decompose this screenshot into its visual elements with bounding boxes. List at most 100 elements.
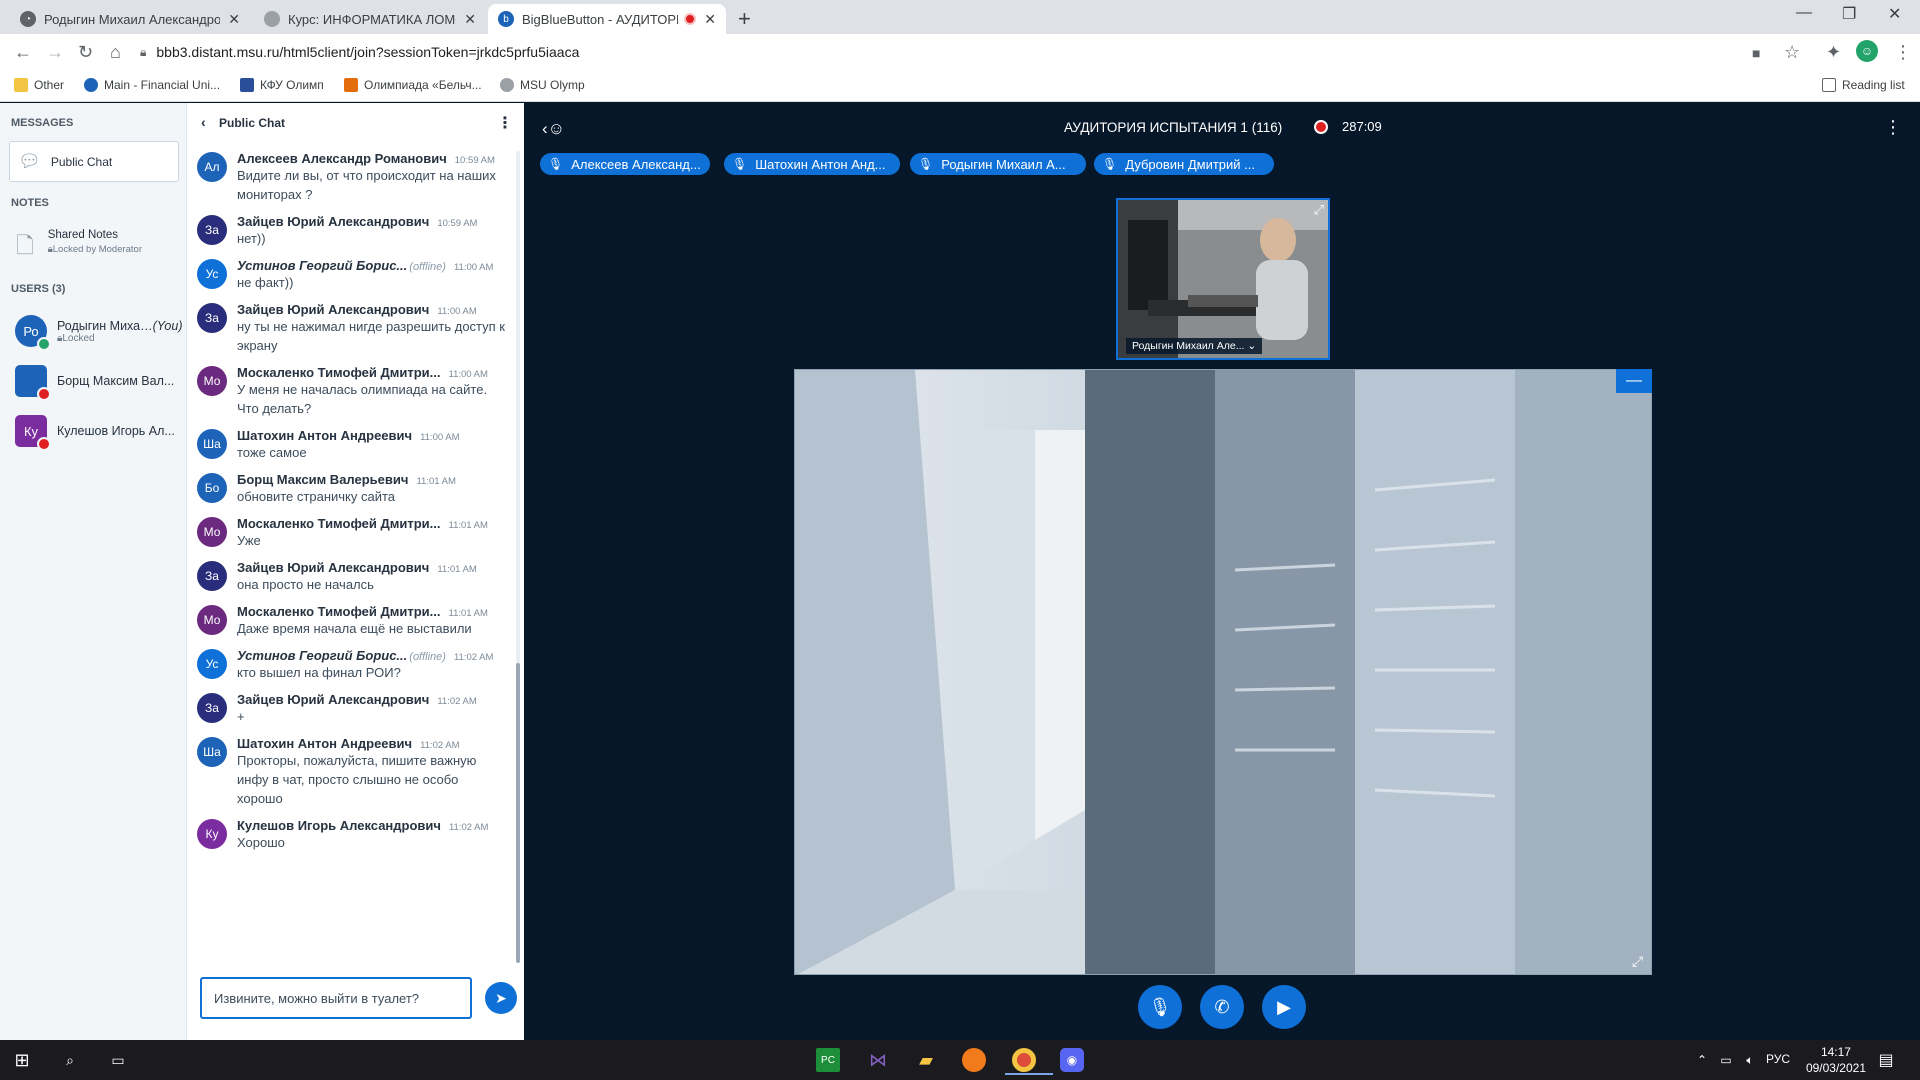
lock-icon-label: 🔒︎Locked by Moderator — [47, 244, 143, 255]
network-icon[interactable]: ▭ — [1714, 1048, 1738, 1072]
bookmark-star-icon[interactable]: ☆ — [1784, 42, 1800, 63]
minimize-presentation-button[interactable]: — — [1616, 369, 1652, 393]
message-author: Зайцев Юрий Александрович — [237, 302, 430, 317]
pycharm-icon[interactable]: PC — [816, 1048, 840, 1072]
firefox-icon[interactable] — [962, 1048, 986, 1072]
back-arrow-icon[interactable]: ← — [14, 42, 32, 63]
browser-tab-strip: ◔ Родыгин Михаил Александрови ✕ Курс: ИН… — [0, 0, 1920, 34]
globe-favicon-icon — [500, 78, 514, 92]
bookmark-olimpiada[interactable]: Олимпиада «Бельч... — [344, 78, 482, 92]
toggle-userlist-icon[interactable]: ‹☺ — [542, 119, 565, 139]
language-indicator[interactable]: РУС — [1766, 1052, 1790, 1066]
webcam-user-label[interactable]: Родыгин Михаил Але... ⌄ — [1126, 338, 1263, 354]
webcam-feed-image — [1118, 200, 1328, 358]
chat-message: За Зайцев Юрий Александрович 11:00 AM ну ты… — [197, 302, 507, 355]
leave-audio-button[interactable]: ✆ — [1200, 985, 1244, 1029]
shared-notes-item[interactable]: 🗋︎ Shared Notes 🔒︎Locked by Moderator — [16, 229, 181, 267]
new-tab-button[interactable]: + — [738, 6, 751, 32]
file-explorer-icon[interactable]: ▰ — [914, 1048, 938, 1072]
message-author: Зайцев Юрий Александрович — [237, 692, 430, 707]
message-time: 11:02 AM — [453, 652, 494, 663]
talking-indicator[interactable]: 🎙︎ Шатохин Антон Анд... — [724, 153, 900, 175]
webcam-video[interactable]: ⤢ Родыгин Михаил Але... ⌄ — [1116, 198, 1330, 360]
browser-tab-2[interactable]: Курс: ИНФОРМАТИКА ЛОМОНО ✕ — [254, 4, 486, 34]
chrome-icon[interactable] — [1005, 1048, 1053, 1075]
public-chat-item[interactable]: 💬︎ Public Chat — [9, 141, 179, 182]
fullscreen-icon[interactable]: ⤢ — [1314, 202, 1324, 218]
message-author: Алексеев Александр Романович — [237, 151, 447, 166]
chat-message: Ус Устинов Георгий Борис... (offline) 11:02… — [197, 648, 507, 682]
chat-message: Ус Устинов Георгий Борис... (offline) 11:00… — [197, 258, 507, 292]
close-tab-icon[interactable]: ✕ — [704, 11, 716, 28]
task-view-icon[interactable]: ▭ — [106, 1048, 130, 1072]
minimize-window-icon[interactable]: — — [1796, 4, 1812, 22]
bookmark-kfu-olimp[interactable]: КФУ Олимп — [240, 78, 324, 92]
search-icon[interactable]: ⌕ — [58, 1048, 82, 1072]
chevron-left-icon[interactable]: ‹ — [201, 114, 206, 130]
site-favicon-icon — [344, 78, 358, 92]
share-webcam-button[interactable]: ▶ — [1262, 985, 1306, 1029]
forward-arrow-icon[interactable]: → — [46, 42, 64, 63]
user-item-kuleshov[interactable]: Ку Кулешов Игорь Ал... — [15, 411, 185, 451]
send-arrow-icon: ➤ — [495, 989, 507, 1006]
visual-studio-icon[interactable]: ⋈ — [866, 1048, 890, 1072]
user-item-rodygin[interactable]: Ро Родыгин Миха…(You) 🔒︎Locked — [15, 311, 185, 351]
chat-options-icon[interactable]: ⋮ — [497, 113, 513, 133]
recording-indicator[interactable]: 287:09 — [1314, 119, 1382, 134]
microphone-icon: 🎙︎ — [918, 157, 934, 171]
message-time: 11:02 AM — [448, 822, 489, 833]
bookmarks-bar: Other Main - Financial Uni... КФУ Олимп … — [0, 70, 1920, 102]
restore-window-icon[interactable]: ❐ — [1842, 4, 1856, 24]
chat-scrollbar-thumb[interactable] — [516, 663, 520, 963]
close-window-icon[interactable]: ✕ — [1888, 4, 1901, 24]
browser-tab-1[interactable]: ◔ Родыгин Михаил Александрови ✕ — [10, 4, 250, 34]
address-bar[interactable]: 🔒︎ bbb3.distant.msu.ru/html5client/join?… — [140, 40, 1780, 64]
public-chat-panel: ‹ Public Chat ⋮ Ал Алексеев Александр Ром… — [186, 103, 524, 1040]
notifications-icon[interactable]: ▤ — [1874, 1048, 1898, 1072]
browser-tab-3[interactable]: b BigBlueButton - АУДИТОРИ ✕ — [488, 4, 726, 34]
message-time: 10:59 AM — [454, 155, 495, 166]
bookmark-financial-uni[interactable]: Main - Financial Uni... — [84, 78, 220, 92]
chat-message: Ша Шатохин Антон Андреевич 11:02 AM Проктор… — [197, 736, 507, 808]
show-hidden-icons-icon[interactable]: ⌃ — [1690, 1048, 1714, 1072]
avatar: Ро — [15, 315, 51, 351]
message-author: Зайцев Юрий Александрович — [237, 214, 430, 229]
options-menu-icon[interactable]: ⋮ — [1884, 117, 1902, 138]
talking-indicator[interactable]: 🎙︎ Родыгин Михаил А... — [910, 153, 1086, 175]
avatar: Ша — [197, 429, 227, 459]
system-clock[interactable]: 14:17 09/03/2021 — [1806, 1044, 1866, 1076]
close-tab-icon[interactable]: ✕ — [228, 11, 240, 28]
message-time: 11:02 AM — [420, 740, 460, 751]
extensions-icon[interactable]: ✦ — [1826, 42, 1841, 63]
message-author: Москаленко Тимофей Дмитри... — [237, 365, 441, 380]
bookmark-msu-olymp[interactable]: MSU Olymp — [500, 78, 585, 92]
url-text: bbb3.distant.msu.ru/html5client/join?ses… — [156, 44, 580, 60]
message-text: ну ты не нажимал нигде разрешить доступ … — [237, 319, 505, 353]
mute-microphone-button[interactable]: 🎙︎ — [1138, 985, 1182, 1029]
message-author: Шатохин Антон Андреевич — [237, 736, 413, 751]
close-tab-icon[interactable]: ✕ — [464, 11, 476, 28]
talking-indicator[interactable]: 🎙︎ Алексеев Александ... — [540, 153, 710, 175]
discord-icon[interactable]: ◉ — [1060, 1048, 1084, 1072]
server-room-image — [795, 370, 1651, 974]
talking-indicator[interactable]: 🎙︎ Дубровин Дмитрий ... — [1094, 153, 1274, 175]
message-author: Зайцев Юрий Александрович — [237, 560, 430, 575]
chat-message-list[interactable]: Ал Алексеев Александр Романович 10:59 AM Ви… — [197, 151, 507, 961]
bookmark-other[interactable]: Other — [14, 78, 64, 92]
user-item-borshch[interactable]: Борщ Максим Вал... — [15, 361, 185, 401]
chat-message: Ку Кулешов Игорь Александрович 11:02 AM Хор… — [197, 818, 507, 852]
reading-list-button[interactable]: Reading list — [1822, 78, 1905, 92]
profile-avatar-icon[interactable]: ☺ — [1856, 40, 1878, 62]
presentation-slide[interactable] — [794, 369, 1652, 975]
volume-icon[interactable]: 🔈︎ — [1738, 1048, 1762, 1072]
reload-icon[interactable]: ↻ — [78, 42, 93, 63]
avatar: Ку — [197, 819, 227, 849]
browser-menu-icon[interactable]: ⋮ — [1894, 42, 1912, 63]
fullscreen-icon[interactable]: ⤢ — [1632, 953, 1643, 970]
message-text: + — [237, 709, 245, 724]
windows-start-icon[interactable]: ⊞ — [10, 1048, 34, 1072]
microphone-icon: 🎙︎ — [1102, 157, 1118, 171]
home-icon[interactable]: ⌂ — [110, 42, 121, 63]
chat-message-input[interactable]: Извините, можно выйти в туалет? — [200, 977, 472, 1019]
send-message-button[interactable]: ➤ — [485, 982, 517, 1014]
